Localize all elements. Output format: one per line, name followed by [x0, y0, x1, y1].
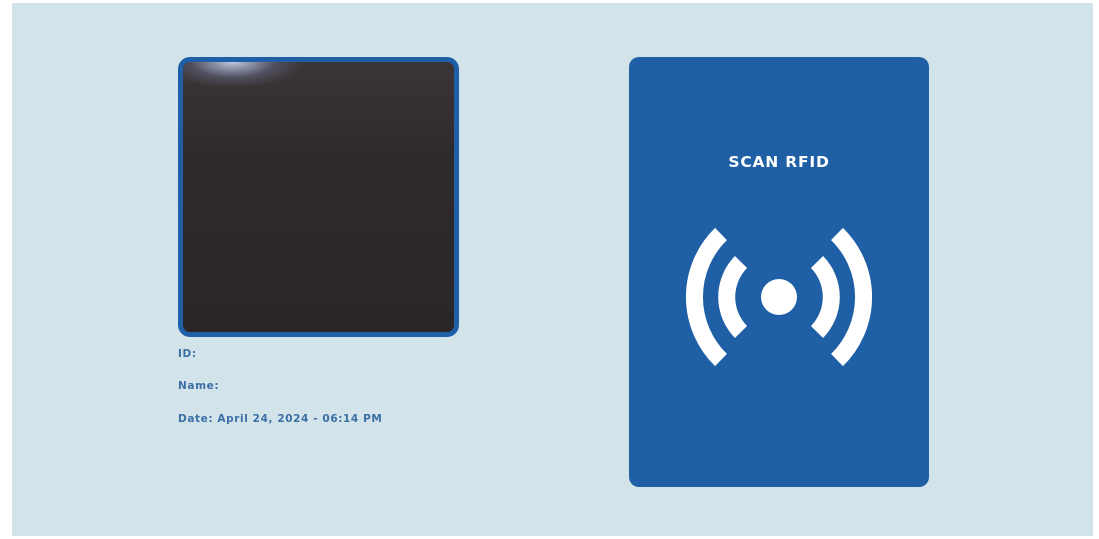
id-label: ID: [178, 348, 197, 360]
rfid-inner-wave-right [810, 256, 840, 338]
camera-feed [183, 62, 454, 332]
rfid-outer-wave-right [830, 227, 873, 367]
scan-rfid-title: SCAN RFID [728, 153, 830, 171]
rfid-center-dot [761, 279, 797, 315]
name-label: Name: [178, 380, 220, 392]
rfid-broadcast-icon [685, 227, 873, 367]
date-label: Date: April 24, 2024 - 06:14 PM [178, 413, 383, 425]
frame-accent-left [178, 147, 182, 287]
rfid-inner-wave-left [718, 256, 748, 338]
rfid-outer-wave-left [685, 227, 728, 367]
scan-rfid-card[interactable]: SCAN RFID [629, 57, 929, 487]
camera-preview-frame [178, 57, 459, 337]
frame-accent-right [455, 107, 459, 297]
app-screen: ID: Name: Date: April 24, 2024 - 06:14 P… [12, 3, 1093, 536]
